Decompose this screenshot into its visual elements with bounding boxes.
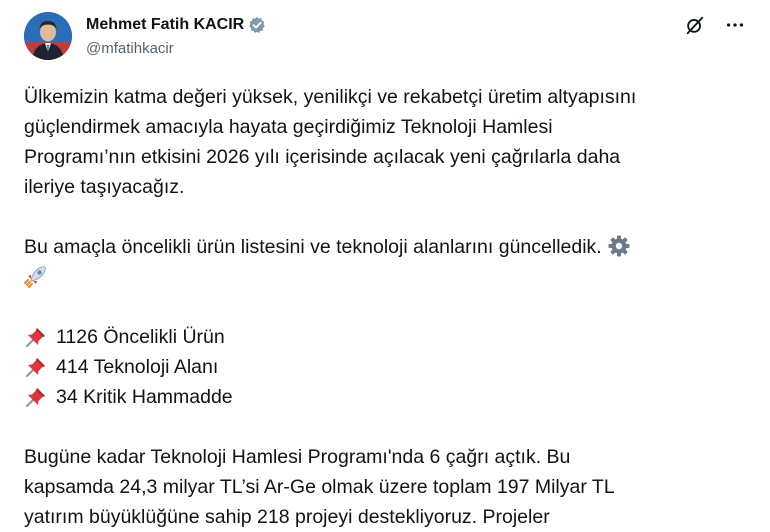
text-line: Bu amaçla öncelikli ürün listesini ve te… <box>24 236 602 258</box>
pushpin-icon <box>24 385 48 409</box>
tweet-paragraph: Bu amaçla öncelikli ürün listesini ve te… <box>23 232 744 292</box>
more-options-icon[interactable] <box>724 14 746 36</box>
author-handle[interactable]: @mfatihkacir <box>86 40 174 57</box>
author-name[interactable]: Mehmet Fatih KACIR <box>86 16 244 34</box>
verified-badge-icon <box>248 16 266 34</box>
pushpin-icon <box>24 325 48 349</box>
list-item-text: 414 Teknoloji Alanı <box>56 356 219 378</box>
text-line: yatırım büyüklüğüne sahip 218 projeyi de… <box>24 506 550 528</box>
avatar[interactable] <box>24 12 72 60</box>
text-line: ileriye taşıyacağız. <box>24 176 185 198</box>
rocket-icon <box>23 264 48 289</box>
text-line: güçlendirmek amacıyla hayata geçirdiğimi… <box>24 116 553 138</box>
list-item: 34 Kritik Hammadde <box>24 382 744 412</box>
list-item: 414 Teknoloji Alanı <box>24 352 744 382</box>
text-line: Programı’nın etkisini 2026 yılı içerisin… <box>24 146 621 168</box>
tweet-header: Mehmet Fatih KACIR @mfatihkacir <box>24 12 746 64</box>
tweet-paragraph: Bugüne kadar Teknoloji Hamlesi Programı'… <box>24 442 744 532</box>
tweet-paragraph: Ülkemizin katma değeri yüksek, yenilikçi… <box>24 82 744 202</box>
pushpin-icon <box>24 355 48 379</box>
grok-icon[interactable] <box>684 14 706 36</box>
tweet-text: Ülkemizin katma değeri yüksek, yenilikçi… <box>23 82 744 532</box>
list-item-text: 1126 Öncelikli Ürün <box>56 326 225 348</box>
gear-icon <box>607 234 631 258</box>
text-line: kapsamda 24,3 milyar TL’si Ar-Ge olmak ü… <box>24 476 615 498</box>
text-line: Ülkemizin katma değeri yüksek, yenilikçi… <box>24 86 637 108</box>
text-line: Bugüne kadar Teknoloji Hamlesi Programı'… <box>24 446 571 468</box>
priority-list: 1126 Öncelikli Ürün 414 Teknoloji Alanı <box>24 322 744 412</box>
list-item: 1126 Öncelikli Ürün <box>24 322 744 352</box>
list-item-text: 34 Kritik Hammadde <box>56 386 233 408</box>
